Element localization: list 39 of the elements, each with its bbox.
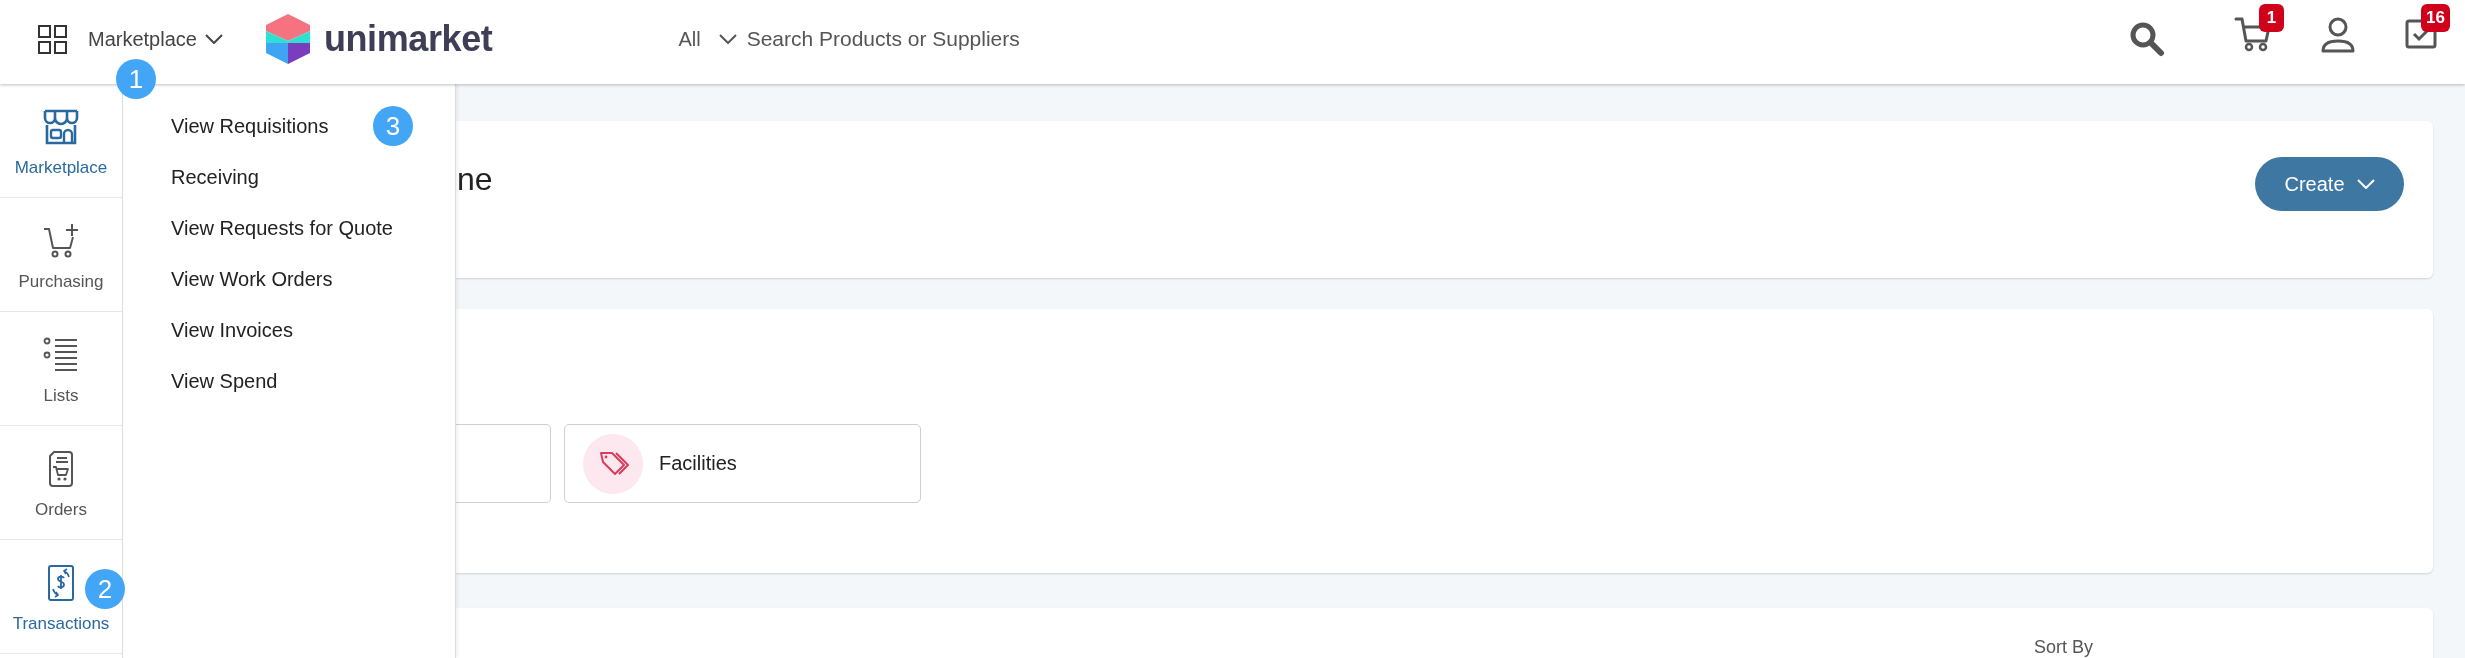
search-field[interactable]: Search Products or Suppliers	[746, 24, 1187, 54]
menu-item[interactable]: View Invoices	[171, 305, 293, 356]
caret-icon	[718, 34, 737, 44]
category-tile[interactable]	[456, 424, 551, 503]
search-icon	[2129, 21, 2165, 57]
sidebar-item[interactable]: Orders	[0, 426, 122, 539]
step-marker: 1	[116, 59, 156, 99]
count-badge: 1	[2259, 4, 2284, 32]
marketplace-menu-button[interactable]: Marketplace	[88, 23, 223, 55]
account-button[interactable]	[2320, 17, 2356, 53]
list-icon	[42, 336, 80, 374]
category-tile[interactable]: Facilities	[564, 424, 921, 503]
tasks-button[interactable]: 16	[2405, 4, 2450, 49]
sidebar-item[interactable]: Purchasing	[0, 198, 122, 311]
count-badge: 16	[2421, 4, 2450, 32]
menu-item[interactable]: View Work Orders	[171, 254, 333, 305]
create-button[interactable]: Create	[2255, 157, 2404, 211]
cart-plus-icon	[42, 222, 80, 260]
storefront-icon	[42, 108, 80, 146]
sort-label: Sort By	[2033, 636, 2093, 658]
sidebar-item[interactable]: Marketplace	[0, 84, 122, 197]
menu-item[interactable]: View Requisitions	[171, 101, 329, 152]
step-marker: 3	[373, 106, 413, 146]
menu-item[interactable]: View Requests for Quote	[171, 203, 393, 254]
caret-icon	[2356, 179, 2375, 189]
scope-dropdown[interactable]: All	[678, 24, 737, 54]
user-icon	[2320, 17, 2356, 53]
cube-logo-icon	[265, 14, 310, 64]
menu-item[interactable]: Receiving	[171, 152, 259, 203]
caret-icon	[204, 34, 223, 44]
search-button[interactable]	[2129, 21, 2165, 57]
menu-item[interactable]: View Spend	[171, 356, 278, 407]
page-heading: ne	[457, 160, 493, 199]
cart-button[interactable]: 1	[2234, 4, 2284, 52]
app-grid-icon[interactable]	[38, 24, 67, 54]
sidebar-item[interactable]: Lists	[0, 312, 122, 425]
logo-wordmark: unimarket	[323, 18, 493, 60]
tag-icon	[583, 433, 643, 494]
step-marker: 2	[85, 569, 125, 609]
